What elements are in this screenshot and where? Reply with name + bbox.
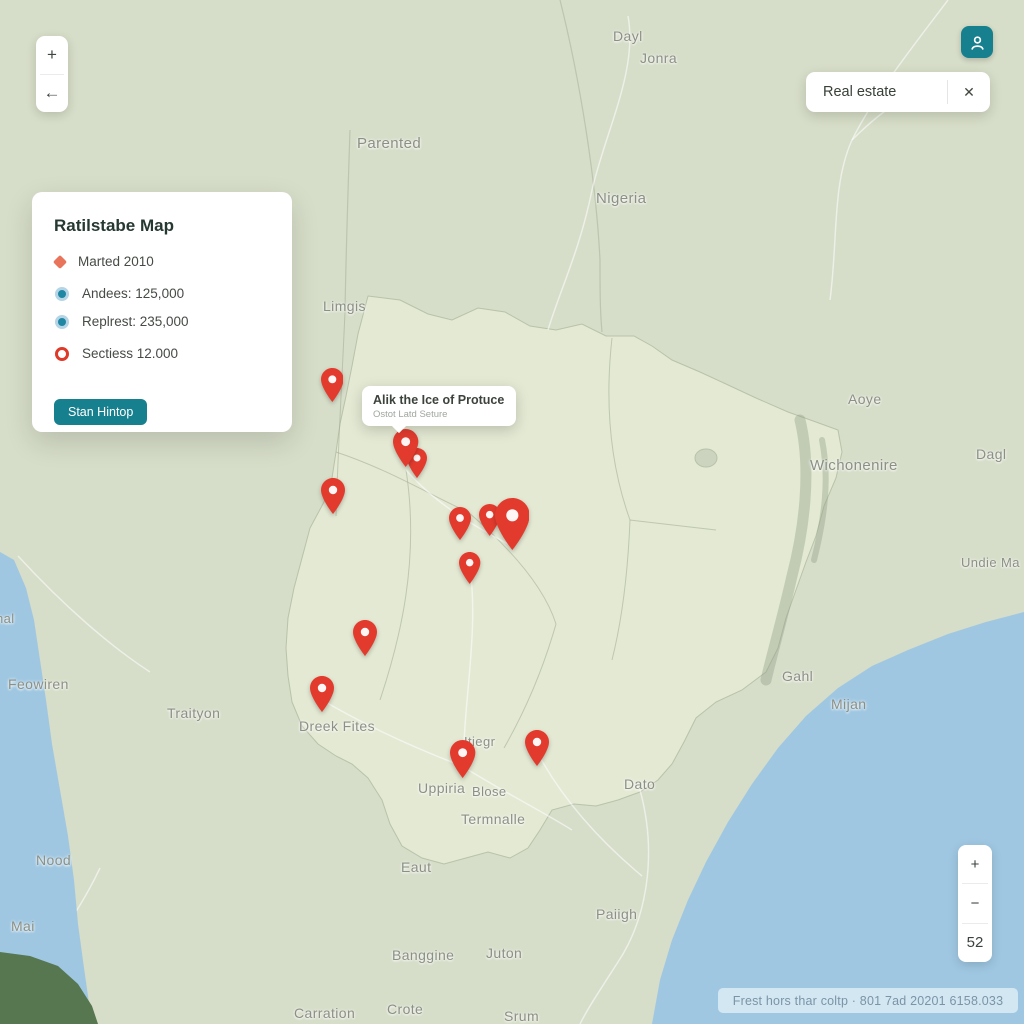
attribution: Frest hors thar coltp · 801 7ad 20201 61… (718, 988, 1018, 1013)
legend-panel: Ratilstabe Map Marted 2010 Andees: 125,0… (32, 192, 292, 432)
search-close-button[interactable]: ✕ (948, 72, 990, 112)
map-pin[interactable] (525, 730, 549, 766)
ring-icon (55, 347, 69, 361)
map-pin[interactable] (450, 740, 475, 778)
legend-item: Sectiess 12.000 (55, 346, 292, 361)
zoom-out-button[interactable]: − (958, 884, 992, 922)
circle-icon (55, 287, 69, 301)
legend-label: Marted 2010 (78, 254, 154, 269)
map-pin[interactable] (495, 498, 530, 550)
zoom-in-button[interactable]: + (958, 845, 992, 883)
diamond-icon (53, 254, 67, 268)
map-pin[interactable] (321, 368, 344, 402)
tooltip-title: Alik the Ice of Protuce (373, 393, 504, 407)
panel-action-button[interactable]: Stan Hintop (54, 399, 147, 425)
map-pin[interactable] (310, 676, 334, 712)
legend-label: Replrest: 235,000 (82, 314, 189, 329)
circle-icon (55, 315, 69, 329)
map-pin[interactable] (459, 552, 480, 584)
zoom-in-button[interactable]: + (36, 36, 68, 74)
back-arrow-button[interactable]: ← (36, 74, 68, 112)
tooltip-subtitle: Ostot Latd Seture (373, 409, 504, 420)
search-input[interactable] (806, 84, 947, 100)
legend-item: Andees: 125,000 (55, 286, 292, 301)
user-button[interactable] (961, 26, 993, 58)
search-box: ✕ (806, 72, 990, 112)
map-pin-layer (0, 0, 1024, 1024)
legend-label: Andees: 125,000 (82, 286, 184, 301)
map-tooltip: Alik the Ice of Protuce Ostot Latd Setur… (362, 386, 516, 426)
topleft-controls: + ← (36, 36, 68, 112)
legend-item: Marted 2010 (55, 254, 292, 269)
map-pin[interactable] (353, 620, 377, 656)
legend-label: Sectiess 12.000 (82, 346, 178, 361)
map-canvas[interactable]: DaylJonraParentedNigeriaLimgisAoyeWichon… (0, 0, 1024, 1024)
user-icon (969, 34, 986, 51)
map-pin[interactable] (393, 429, 418, 467)
zoom-level: 52 (958, 924, 992, 962)
map-pin[interactable] (321, 478, 345, 514)
panel-title: Ratilstabe Map (54, 216, 270, 236)
bottomright-controls: + − 52 (958, 845, 992, 962)
legend-item: Replrest: 235,000 (55, 314, 292, 329)
map-pin[interactable] (449, 507, 471, 540)
